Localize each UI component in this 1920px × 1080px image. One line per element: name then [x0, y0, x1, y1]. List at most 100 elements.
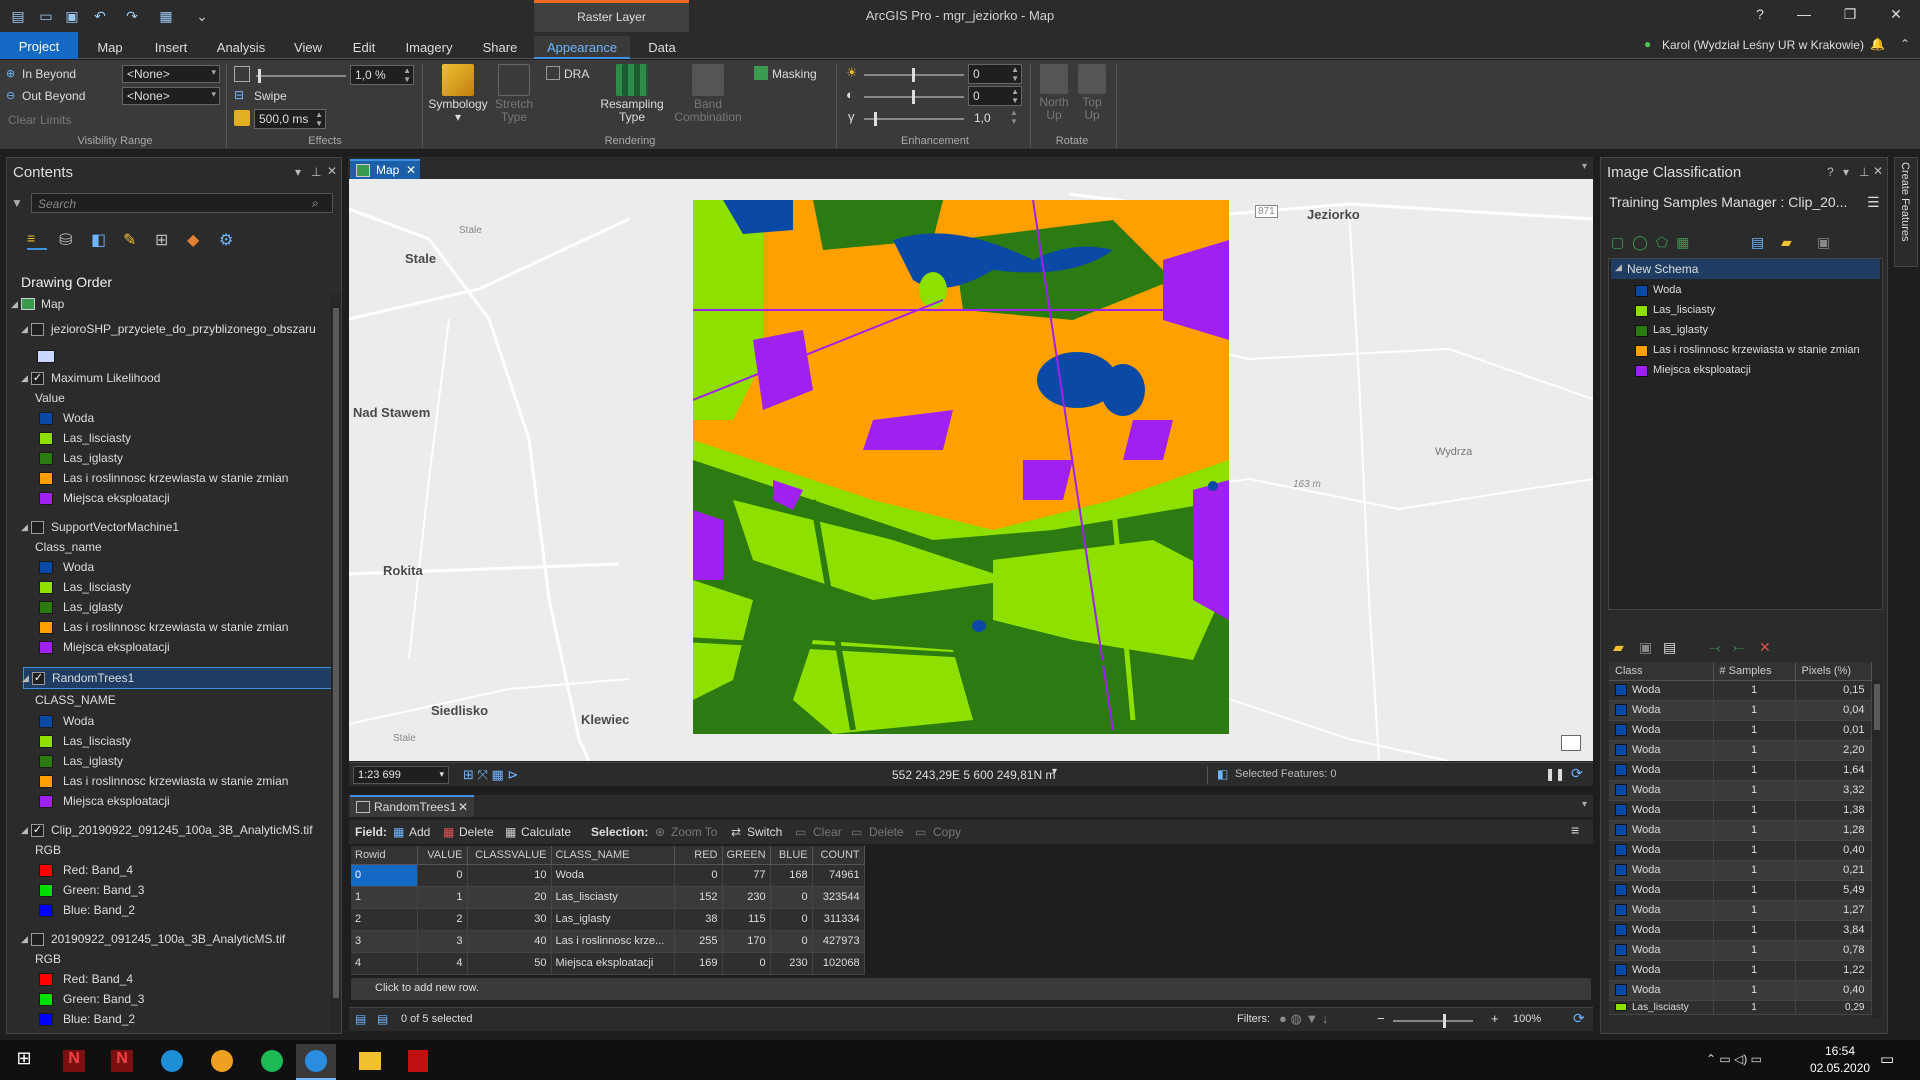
create-features-side-tab[interactable]: Create Features: [1894, 157, 1918, 267]
table-cell[interactable]: 2: [351, 908, 418, 931]
contents-pin-icon[interactable]: ⊥: [311, 165, 321, 179]
layer-random-trees-selected[interactable]: ◢ ✓ RandomTrees1: [22, 667, 333, 689]
column-header[interactable]: CLASS_NAME: [551, 846, 675, 865]
table-cell[interactable]: 323544: [812, 886, 865, 909]
legend-swatch-las-lisciasty[interactable]: [39, 735, 53, 748]
table-row[interactable]: Las_lisciasty 1 0,29: [1609, 1000, 1872, 1015]
table-cell[interactable]: Las_iglasty: [551, 908, 675, 931]
app-icon-red-n-2[interactable]: N: [102, 1044, 142, 1080]
table-cell[interactable]: 40: [467, 930, 552, 953]
table-cell[interactable]: 1: [1713, 900, 1796, 921]
resampling-type-button[interactable]: Resampling Type: [596, 64, 668, 124]
table-row[interactable]: Woda 1 1,38: [1609, 800, 1872, 821]
table-cell[interactable]: 0: [770, 886, 813, 909]
table-cell[interactable]: Woda: [1609, 680, 1714, 701]
search-icon[interactable]: ⌕: [312, 196, 319, 211]
table-cell[interactable]: 1: [1713, 1000, 1796, 1015]
pane-close-icon[interactable]: ✕: [1873, 164, 1883, 178]
table-cell[interactable]: Woda: [1609, 980, 1714, 1001]
close-table-tab-icon[interactable]: ✕: [458, 800, 468, 814]
layer-original[interactable]: ◢ 20190922_091245_100a_3B_AnalyticMS.tif: [7, 930, 337, 948]
clear-limits-button[interactable]: Clear Limits: [8, 113, 71, 127]
table-cell[interactable]: 20: [467, 886, 552, 909]
blue-band-swatch[interactable]: [39, 904, 53, 917]
close-map-tab-icon[interactable]: ✕: [406, 163, 416, 177]
stretch-type-button[interactable]: Stretch Type: [490, 64, 538, 124]
table-row[interactable]: Woda 1 0,15: [1609, 680, 1872, 701]
add-new-row[interactable]: Click to add new row.: [351, 978, 1591, 1000]
copy-button[interactable]: Copy: [933, 825, 961, 839]
legend-swatch-las-zmian[interactable]: [39, 621, 53, 634]
north-up-button[interactable]: North Up: [1036, 64, 1072, 122]
map-canvas[interactable]: Jeziorko 871 Stale Nad Stawem Rokita Sie…: [349, 179, 1593, 761]
table-cell[interactable]: 3: [417, 930, 468, 953]
table-cell[interactable]: Woda: [1609, 880, 1714, 901]
table-cell[interactable]: 1: [1713, 740, 1796, 761]
map-overview-icon[interactable]: [1561, 735, 1581, 751]
contents-close-icon[interactable]: ✕: [327, 164, 337, 178]
save-schema-icon[interactable]: ▣: [1817, 234, 1830, 251]
table-cell[interactable]: Woda: [1609, 840, 1714, 861]
legend-swatch-las-zmian[interactable]: [39, 472, 53, 485]
table-cell[interactable]: 0: [770, 930, 813, 953]
legend-swatch-miejsca[interactable]: [39, 641, 53, 654]
legend-swatch-miejsca[interactable]: [39, 795, 53, 808]
table-cell[interactable]: 169: [674, 952, 723, 975]
layer-visibility-checkbox[interactable]: ✓: [31, 824, 44, 837]
contents-search-input[interactable]: Search ⌕: [31, 193, 333, 213]
column-header[interactable]: COUNT: [812, 846, 865, 865]
map-navigation-icons[interactable]: ⊞ ⤧ ▦ ⊳: [463, 767, 518, 783]
table-tabs-menu-icon[interactable]: ▾: [1582, 799, 1587, 810]
table-cell[interactable]: 0,40: [1795, 840, 1872, 861]
table-cell[interactable]: 4: [417, 952, 468, 975]
symbology-button[interactable]: Symbology ▾: [426, 64, 490, 124]
table-row[interactable]: 0 0 10 Woda 0 77 168 74961: [351, 864, 865, 887]
schema-class[interactable]: Miejsca eksploatacji: [1653, 364, 1751, 376]
legend-swatch-las-lisciasty[interactable]: [39, 432, 53, 445]
column-header[interactable]: CLASSVALUE: [467, 846, 552, 865]
switch-button[interactable]: Switch: [747, 825, 782, 839]
in-beyond-combo[interactable]: <None> ▾: [122, 65, 220, 83]
edge-icon[interactable]: [152, 1044, 192, 1080]
clock-time[interactable]: 16:54: [1810, 1044, 1870, 1058]
table-cell[interactable]: 1,22: [1795, 960, 1872, 981]
table-cell[interactable]: Woda: [1609, 940, 1714, 961]
close-button[interactable]: ✕: [1882, 6, 1910, 26]
table-row[interactable]: 4 4 50 Miejsca eksploatacji 169 0 230 10…: [351, 952, 865, 975]
red-band-swatch[interactable]: [39, 864, 53, 877]
tab-view[interactable]: View: [288, 36, 328, 59]
green-band-swatch[interactable]: [39, 993, 53, 1006]
table-cell[interactable]: 1: [1713, 780, 1796, 801]
tab-edit[interactable]: Edit: [344, 36, 384, 59]
map-node[interactable]: ◢ Map: [7, 295, 337, 313]
layer-visibility-checkbox[interactable]: [31, 323, 44, 336]
table-cell[interactable]: Woda: [1609, 960, 1714, 981]
system-tray-icons[interactable]: ⌃ ▭ ◁) ▭: [1706, 1052, 1762, 1066]
delete-selection-button[interactable]: Delete: [869, 825, 904, 839]
tab-appearance[interactable]: Appearance: [534, 36, 630, 59]
clock-date[interactable]: 02.05.2020: [1810, 1061, 1870, 1075]
table-row[interactable]: Woda 1 0,04: [1609, 700, 1872, 721]
dra-button[interactable]: DRA: [564, 67, 589, 81]
table-cell[interactable]: 5,49: [1795, 880, 1872, 901]
filter-icons[interactable]: ● ◍ ▼ ↓: [1279, 1011, 1328, 1027]
table-cell[interactable]: 1,27: [1795, 900, 1872, 921]
masking-button[interactable]: Masking: [772, 67, 817, 81]
table-row[interactable]: Woda 1 0,40: [1609, 840, 1872, 861]
legend-swatch-las-lisciasty[interactable]: [39, 581, 53, 594]
table-cell[interactable]: 0,21: [1795, 860, 1872, 881]
table-cell[interactable]: 74961: [812, 864, 865, 887]
layer-visibility-checkbox[interactable]: [31, 933, 44, 946]
table-cell[interactable]: 170: [722, 930, 771, 953]
file-explorer-icon[interactable]: [350, 1044, 390, 1080]
table-cell[interactable]: 0: [722, 952, 771, 975]
layer-visibility-checkbox[interactable]: ✓: [32, 672, 45, 685]
action-center-icon[interactable]: ▭: [1880, 1050, 1894, 1068]
table-cell[interactable]: 0,29: [1795, 1000, 1872, 1015]
gamma-slider[interactable]: [864, 112, 964, 126]
table-cell[interactable]: 3,32: [1795, 780, 1872, 801]
legend-swatch-woda[interactable]: [39, 561, 53, 574]
load-samples-icon[interactable]: ▰: [1613, 639, 1624, 656]
top-up-button[interactable]: Top Up: [1074, 64, 1110, 122]
table-cell[interactable]: 152: [674, 886, 723, 909]
